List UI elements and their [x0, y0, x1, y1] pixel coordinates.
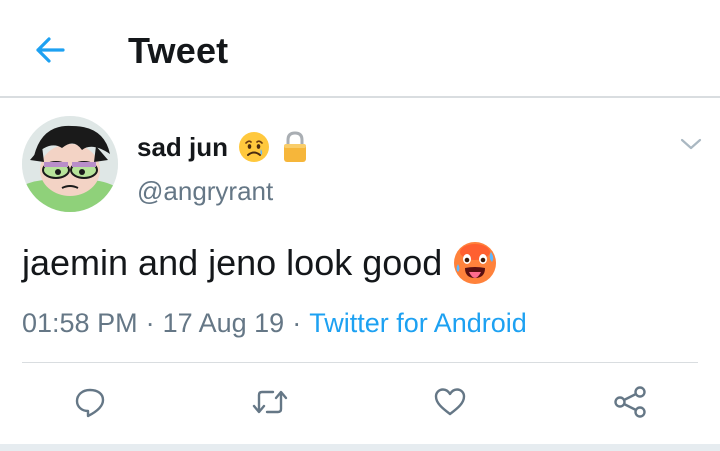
avatar-image: [22, 116, 118, 212]
chevron-down-icon[interactable]: [678, 134, 704, 154]
reply-icon: [75, 388, 105, 418]
retweet-button[interactable]: [248, 380, 292, 424]
lock-icon: [284, 131, 307, 162]
back-button[interactable]: [22, 24, 78, 76]
section-separator: [0, 444, 720, 451]
share-button[interactable]: [608, 380, 652, 424]
reply-button[interactable]: [68, 380, 112, 424]
top-app-bar: Tweet: [0, 0, 720, 98]
tweet-body: jaemin and jeno look good: [22, 240, 498, 286]
heart-icon: [434, 388, 466, 416]
tweet-meta: 01:58 PM · 17 Aug 19 · Twitter for Android: [22, 308, 527, 339]
hot-face-emoji: [454, 242, 497, 284]
display-name[interactable]: sad jun: [137, 132, 228, 163]
meta-separator: ·: [145, 308, 155, 338]
tweet-detail: sad jun @angryrant jaemin and jeno look …: [0, 100, 720, 451]
share-icon: [614, 386, 646, 418]
user-handle[interactable]: @angryrant: [137, 176, 273, 207]
avatar[interactable]: [22, 116, 118, 212]
sad-face-emoji: [239, 132, 270, 162]
meta-separator: ·: [292, 308, 302, 338]
tweet-actions: [0, 374, 720, 430]
like-button[interactable]: [428, 380, 472, 424]
author-name-row: sad jun: [137, 130, 308, 164]
tweet-source-link[interactable]: Twitter for Android: [309, 308, 527, 338]
tweet-date: 17 Aug 19: [162, 308, 285, 338]
arrow-left-icon: [36, 37, 65, 63]
divider: [22, 362, 698, 363]
tweet-time: 01:58 PM: [22, 308, 138, 338]
page-title: Tweet: [128, 30, 229, 71]
retweet-icon: [252, 390, 288, 414]
tweet-text: jaemin and jeno look good: [22, 242, 443, 283]
